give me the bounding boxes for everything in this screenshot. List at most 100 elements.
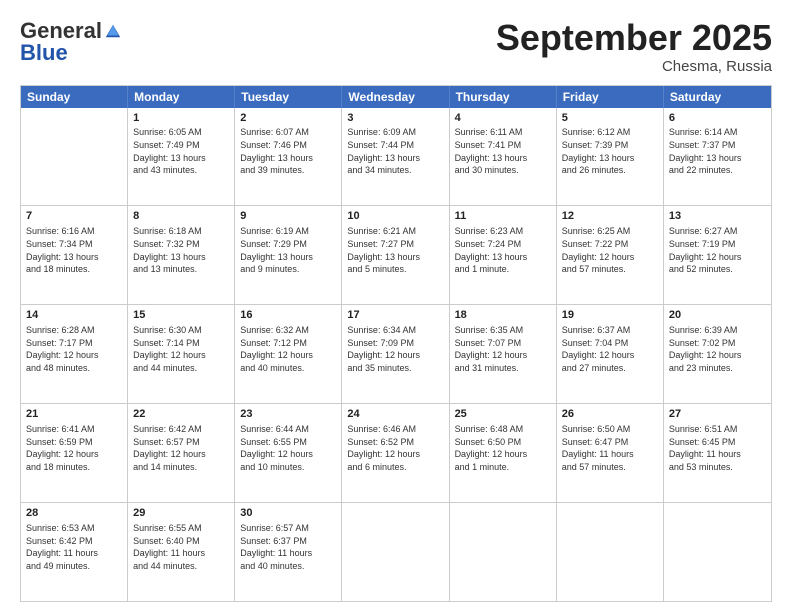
day-number: 6 bbox=[669, 111, 766, 126]
day-info: Sunrise: 6:51 AM Sunset: 6:45 PM Dayligh… bbox=[669, 423, 766, 473]
logo: General Blue bbox=[20, 18, 122, 66]
day-info: Sunrise: 6:50 AM Sunset: 6:47 PM Dayligh… bbox=[562, 423, 658, 473]
day-number: 18 bbox=[455, 308, 551, 323]
day-info: Sunrise: 6:07 AM Sunset: 7:46 PM Dayligh… bbox=[240, 126, 336, 176]
calendar-cell-2-0: 14Sunrise: 6:28 AM Sunset: 7:17 PM Dayli… bbox=[21, 305, 128, 403]
day-number: 15 bbox=[133, 308, 229, 323]
day-number: 1 bbox=[133, 111, 229, 126]
day-info: Sunrise: 6:41 AM Sunset: 6:59 PM Dayligh… bbox=[26, 423, 122, 473]
day-number: 24 bbox=[347, 407, 443, 422]
calendar-cell-0-5: 5Sunrise: 6:12 AM Sunset: 7:39 PM Daylig… bbox=[557, 108, 664, 206]
calendar-cell-1-2: 9Sunrise: 6:19 AM Sunset: 7:29 PM Daylig… bbox=[235, 206, 342, 304]
day-number: 21 bbox=[26, 407, 122, 422]
day-info: Sunrise: 6:12 AM Sunset: 7:39 PM Dayligh… bbox=[562, 126, 658, 176]
day-number: 12 bbox=[562, 209, 658, 224]
day-info: Sunrise: 6:28 AM Sunset: 7:17 PM Dayligh… bbox=[26, 324, 122, 374]
day-info: Sunrise: 6:55 AM Sunset: 6:40 PM Dayligh… bbox=[133, 522, 229, 572]
calendar-cell-2-1: 15Sunrise: 6:30 AM Sunset: 7:14 PM Dayli… bbox=[128, 305, 235, 403]
calendar-cell-2-6: 20Sunrise: 6:39 AM Sunset: 7:02 PM Dayli… bbox=[664, 305, 771, 403]
calendar-cell-0-1: 1Sunrise: 6:05 AM Sunset: 7:49 PM Daylig… bbox=[128, 108, 235, 206]
month-title: September 2025 bbox=[496, 18, 772, 58]
day-number: 11 bbox=[455, 209, 551, 224]
day-number: 19 bbox=[562, 308, 658, 323]
day-number: 5 bbox=[562, 111, 658, 126]
calendar-cell-0-4: 4Sunrise: 6:11 AM Sunset: 7:41 PM Daylig… bbox=[450, 108, 557, 206]
calendar-cell-2-3: 17Sunrise: 6:34 AM Sunset: 7:09 PM Dayli… bbox=[342, 305, 449, 403]
day-info: Sunrise: 6:48 AM Sunset: 6:50 PM Dayligh… bbox=[455, 423, 551, 473]
calendar-cell-1-0: 7Sunrise: 6:16 AM Sunset: 7:34 PM Daylig… bbox=[21, 206, 128, 304]
calendar-cell-2-2: 16Sunrise: 6:32 AM Sunset: 7:12 PM Dayli… bbox=[235, 305, 342, 403]
day-info: Sunrise: 6:18 AM Sunset: 7:32 PM Dayligh… bbox=[133, 225, 229, 275]
day-number: 22 bbox=[133, 407, 229, 422]
day-header-friday: Friday bbox=[557, 86, 664, 108]
day-info: Sunrise: 6:25 AM Sunset: 7:22 PM Dayligh… bbox=[562, 225, 658, 275]
calendar-cell-4-6 bbox=[664, 503, 771, 601]
location: Chesma, Russia bbox=[496, 58, 772, 75]
calendar-cell-1-5: 12Sunrise: 6:25 AM Sunset: 7:22 PM Dayli… bbox=[557, 206, 664, 304]
calendar-cell-3-1: 22Sunrise: 6:42 AM Sunset: 6:57 PM Dayli… bbox=[128, 404, 235, 502]
logo-blue-text: Blue bbox=[20, 40, 68, 66]
day-info: Sunrise: 6:09 AM Sunset: 7:44 PM Dayligh… bbox=[347, 126, 443, 176]
calendar-cell-4-2: 30Sunrise: 6:57 AM Sunset: 6:37 PM Dayli… bbox=[235, 503, 342, 601]
day-info: Sunrise: 6:11 AM Sunset: 7:41 PM Dayligh… bbox=[455, 126, 551, 176]
day-header-monday: Monday bbox=[128, 86, 235, 108]
day-number: 25 bbox=[455, 407, 551, 422]
calendar-cell-0-2: 2Sunrise: 6:07 AM Sunset: 7:46 PM Daylig… bbox=[235, 108, 342, 206]
calendar-header: SundayMondayTuesdayWednesdayThursdayFrid… bbox=[21, 86, 771, 108]
calendar-week-4: 28Sunrise: 6:53 AM Sunset: 6:42 PM Dayli… bbox=[21, 502, 771, 601]
day-header-wednesday: Wednesday bbox=[342, 86, 449, 108]
calendar-cell-4-0: 28Sunrise: 6:53 AM Sunset: 6:42 PM Dayli… bbox=[21, 503, 128, 601]
calendar-cell-1-1: 8Sunrise: 6:18 AM Sunset: 7:32 PM Daylig… bbox=[128, 206, 235, 304]
day-header-thursday: Thursday bbox=[450, 86, 557, 108]
calendar-week-3: 21Sunrise: 6:41 AM Sunset: 6:59 PM Dayli… bbox=[21, 403, 771, 502]
day-number: 8 bbox=[133, 209, 229, 224]
calendar-cell-1-4: 11Sunrise: 6:23 AM Sunset: 7:24 PM Dayli… bbox=[450, 206, 557, 304]
day-number: 20 bbox=[669, 308, 766, 323]
day-number: 30 bbox=[240, 506, 336, 521]
day-info: Sunrise: 6:34 AM Sunset: 7:09 PM Dayligh… bbox=[347, 324, 443, 374]
day-info: Sunrise: 6:39 AM Sunset: 7:02 PM Dayligh… bbox=[669, 324, 766, 374]
calendar-week-2: 14Sunrise: 6:28 AM Sunset: 7:17 PM Dayli… bbox=[21, 304, 771, 403]
calendar-cell-4-3 bbox=[342, 503, 449, 601]
calendar-cell-0-3: 3Sunrise: 6:09 AM Sunset: 7:44 PM Daylig… bbox=[342, 108, 449, 206]
day-number: 2 bbox=[240, 111, 336, 126]
day-info: Sunrise: 6:32 AM Sunset: 7:12 PM Dayligh… bbox=[240, 324, 336, 374]
day-info: Sunrise: 6:21 AM Sunset: 7:27 PM Dayligh… bbox=[347, 225, 443, 275]
page: General Blue September 2025 Chesma, Russ… bbox=[0, 0, 792, 612]
calendar-cell-0-0 bbox=[21, 108, 128, 206]
day-number: 16 bbox=[240, 308, 336, 323]
day-info: Sunrise: 6:42 AM Sunset: 6:57 PM Dayligh… bbox=[133, 423, 229, 473]
calendar-cell-4-4 bbox=[450, 503, 557, 601]
day-info: Sunrise: 6:37 AM Sunset: 7:04 PM Dayligh… bbox=[562, 324, 658, 374]
day-number: 3 bbox=[347, 111, 443, 126]
day-info: Sunrise: 6:27 AM Sunset: 7:19 PM Dayligh… bbox=[669, 225, 766, 275]
day-header-tuesday: Tuesday bbox=[235, 86, 342, 108]
day-info: Sunrise: 6:44 AM Sunset: 6:55 PM Dayligh… bbox=[240, 423, 336, 473]
calendar-cell-2-4: 18Sunrise: 6:35 AM Sunset: 7:07 PM Dayli… bbox=[450, 305, 557, 403]
header: General Blue September 2025 Chesma, Russ… bbox=[20, 18, 772, 75]
day-info: Sunrise: 6:53 AM Sunset: 6:42 PM Dayligh… bbox=[26, 522, 122, 572]
day-number: 14 bbox=[26, 308, 122, 323]
calendar: SundayMondayTuesdayWednesdayThursdayFrid… bbox=[20, 85, 772, 602]
calendar-cell-3-2: 23Sunrise: 6:44 AM Sunset: 6:55 PM Dayli… bbox=[235, 404, 342, 502]
day-header-saturday: Saturday bbox=[664, 86, 771, 108]
calendar-week-1: 7Sunrise: 6:16 AM Sunset: 7:34 PM Daylig… bbox=[21, 205, 771, 304]
day-info: Sunrise: 6:35 AM Sunset: 7:07 PM Dayligh… bbox=[455, 324, 551, 374]
day-info: Sunrise: 6:16 AM Sunset: 7:34 PM Dayligh… bbox=[26, 225, 122, 275]
day-number: 26 bbox=[562, 407, 658, 422]
calendar-cell-3-4: 25Sunrise: 6:48 AM Sunset: 6:50 PM Dayli… bbox=[450, 404, 557, 502]
calendar-cell-3-0: 21Sunrise: 6:41 AM Sunset: 6:59 PM Dayli… bbox=[21, 404, 128, 502]
day-info: Sunrise: 6:14 AM Sunset: 7:37 PM Dayligh… bbox=[669, 126, 766, 176]
day-number: 4 bbox=[455, 111, 551, 126]
calendar-cell-1-3: 10Sunrise: 6:21 AM Sunset: 7:27 PM Dayli… bbox=[342, 206, 449, 304]
day-number: 13 bbox=[669, 209, 766, 224]
calendar-cell-4-1: 29Sunrise: 6:55 AM Sunset: 6:40 PM Dayli… bbox=[128, 503, 235, 601]
day-header-sunday: Sunday bbox=[21, 86, 128, 108]
day-info: Sunrise: 6:05 AM Sunset: 7:49 PM Dayligh… bbox=[133, 126, 229, 176]
calendar-body: 1Sunrise: 6:05 AM Sunset: 7:49 PM Daylig… bbox=[21, 108, 771, 601]
day-number: 27 bbox=[669, 407, 766, 422]
day-number: 29 bbox=[133, 506, 229, 521]
calendar-cell-1-6: 13Sunrise: 6:27 AM Sunset: 7:19 PM Dayli… bbox=[664, 206, 771, 304]
day-number: 7 bbox=[26, 209, 122, 224]
day-number: 23 bbox=[240, 407, 336, 422]
